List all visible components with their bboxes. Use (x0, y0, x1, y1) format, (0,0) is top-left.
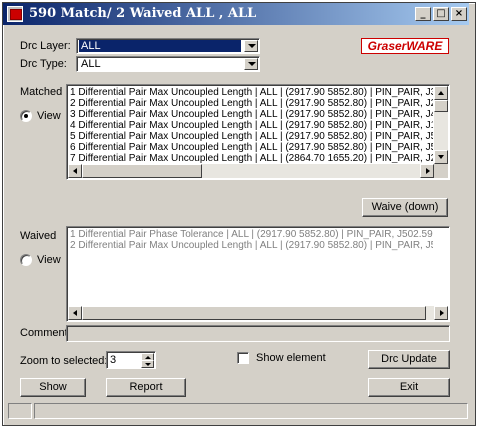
matched-vertical-scrollbar[interactable] (434, 86, 448, 164)
waived-list[interactable]: 1 Differential Pair Phase Tolerance | AL… (66, 226, 450, 322)
comment-label: Comment (20, 327, 68, 339)
waived-horizontal-scrollbar[interactable] (68, 306, 448, 320)
show-element-checkbox[interactable] (237, 352, 249, 364)
maximize-button[interactable]: □ (433, 7, 449, 21)
list-item[interactable]: 7 Differential Pair Max Uncoupled Length… (69, 153, 433, 163)
list-item[interactable]: 2 Differential Pair Max Uncoupled Length… (69, 240, 433, 251)
drc-type-value: ALL (81, 58, 101, 70)
title-bar[interactable]: 590 Match/ 2 Waived ALL , ALL _ □ × (3, 3, 469, 25)
waive-down-button[interactable]: Waive (down) (362, 198, 448, 217)
scroll-thumb[interactable] (82, 164, 202, 178)
list-item[interactable]: 1 Differential Pair Phase Tolerance | AL… (69, 229, 433, 240)
status-pane-2 (34, 403, 468, 419)
matched-horizontal-scrollbar[interactable] (68, 164, 434, 178)
exit-button[interactable]: Exit (368, 378, 450, 397)
comment-field[interactable] (66, 325, 450, 342)
drc-layer-value: ALL (79, 40, 241, 52)
zoom-stepper[interactable]: 3 (106, 351, 156, 369)
matched-list[interactable]: 1 Differential Pair Max Uncoupled Length… (66, 84, 450, 180)
matched-view-label: View (37, 110, 61, 122)
scroll-right-arrow-icon[interactable] (420, 164, 434, 178)
chevron-down-icon[interactable] (244, 40, 258, 52)
drc-layer-select[interactable]: ALL (76, 38, 260, 54)
scroll-down-arrow-icon[interactable] (434, 150, 448, 164)
list-item[interactable]: 2 Differential Pair Max Uncoupled Length… (69, 98, 433, 109)
report-button[interactable]: Report (106, 378, 186, 397)
drc-update-button[interactable]: Drc Update (368, 350, 450, 369)
graserware-logo: GraserWARE (361, 38, 449, 54)
waived-label: Waived (20, 230, 57, 242)
matched-label: Matched (20, 86, 63, 98)
list-item[interactable]: 4 Differential Pair Max Uncoupled Length… (69, 120, 433, 131)
drc-layer-label: Drc Layer: (20, 40, 71, 52)
zoom-value: 3 (110, 354, 117, 366)
scroll-thumb[interactable] (82, 306, 426, 320)
scroll-right-arrow-icon[interactable] (434, 306, 448, 320)
app-icon[interactable] (7, 6, 23, 22)
window-title: 590 Match/ 2 Waived ALL , ALL (29, 6, 257, 21)
show-element-label: Show element (256, 352, 326, 364)
list-item[interactable]: 3 Differential Pair Max Uncoupled Length… (69, 109, 433, 120)
matched-view-radio[interactable] (20, 110, 32, 122)
list-item[interactable]: 5 Differential Pair Max Uncoupled Length… (69, 131, 433, 142)
matched-rows: 1 Differential Pair Max Uncoupled Length… (69, 87, 433, 163)
minimize-button[interactable]: _ (415, 7, 431, 21)
list-item[interactable]: 1 Differential Pair Max Uncoupled Length… (69, 87, 433, 98)
scroll-corner (434, 164, 448, 178)
scroll-thumb[interactable] (434, 100, 448, 112)
chevron-down-icon[interactable] (244, 58, 258, 70)
list-item[interactable]: 6 Differential Pair Max Uncoupled Length… (69, 142, 433, 153)
close-button[interactable]: × (451, 7, 467, 21)
scroll-left-arrow-icon[interactable] (68, 164, 82, 178)
scroll-left-arrow-icon[interactable] (68, 306, 82, 320)
scroll-up-arrow-icon[interactable] (434, 86, 448, 100)
waived-view-label: View (37, 254, 61, 266)
show-button[interactable]: Show (20, 378, 86, 397)
drc-type-select[interactable]: ALL (76, 56, 260, 72)
spin-down-icon[interactable] (141, 360, 154, 368)
waived-view-radio[interactable] (20, 254, 32, 266)
waived-rows: 1 Differential Pair Phase Tolerance | AL… (69, 229, 433, 305)
zoom-label: Zoom to selected: (20, 355, 108, 367)
drc-type-label: Drc Type: (20, 58, 67, 70)
status-pane-1 (8, 403, 32, 419)
